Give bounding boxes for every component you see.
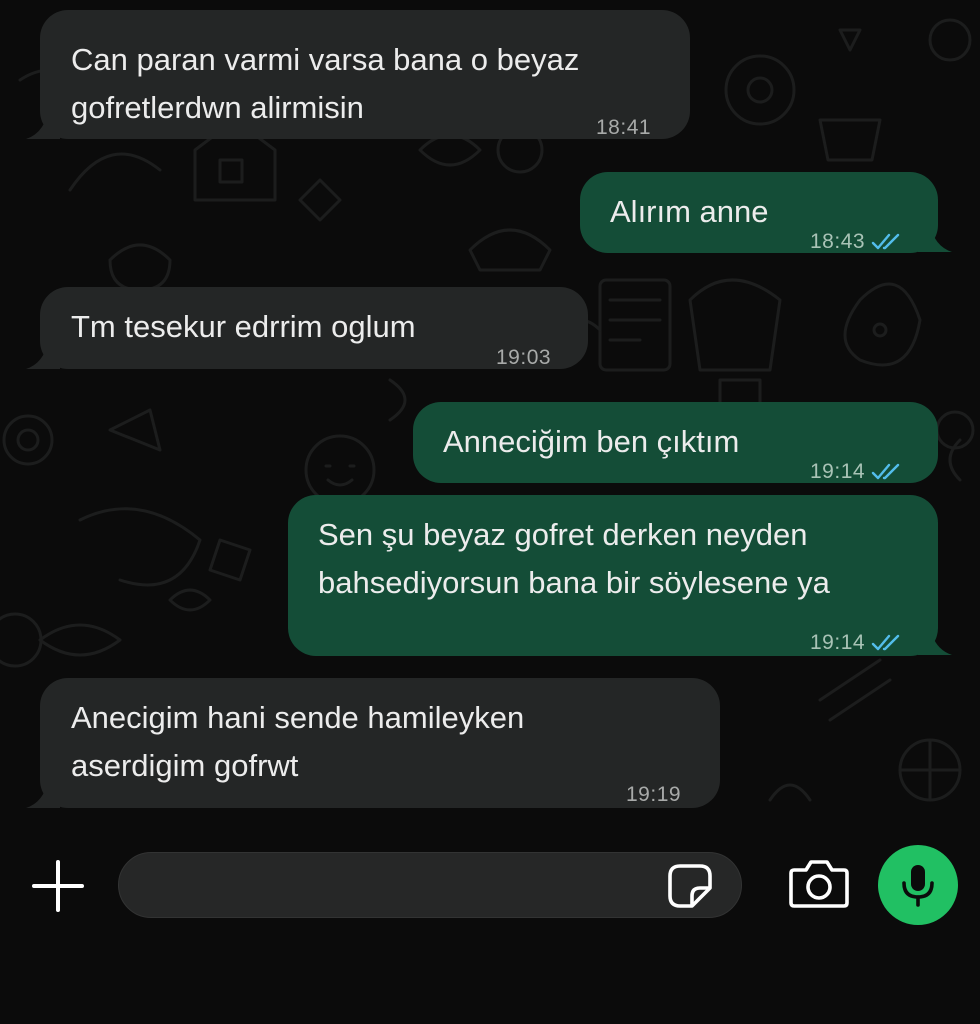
message-input[interactable] [118, 852, 742, 918]
message-text: bahsediyorsun bana bir söylesene ya [318, 565, 830, 600]
message-time: 19:03 [496, 346, 552, 369]
message-meta: 19:14 [810, 619, 903, 667]
bubble-tail [26, 341, 60, 369]
microphone-button[interactable] [878, 845, 958, 925]
message-time: 18:43 [810, 230, 866, 253]
bubble-tail [26, 780, 60, 808]
message-bubble-outgoing[interactable]: Alırım anne 18:43 [580, 172, 952, 253]
message-bubble-outgoing[interactable]: Anneciğim ben çıktım 19:14 [413, 402, 938, 483]
message-text: Alırım anne [610, 194, 769, 229]
message-text: Can paran varmi varsa bana o beyaz [71, 42, 580, 77]
message-time: 18:41 [596, 116, 652, 139]
message-time: 19:14 [810, 631, 866, 654]
plus-icon [32, 860, 84, 912]
message-meta: 18:43 [810, 218, 903, 266]
message-text: gofretlerdwn alirmisin [71, 90, 364, 125]
bubble-tail [918, 627, 952, 655]
message-text: Tm tesekur edrrim oglum [71, 309, 416, 344]
message-bubble-outgoing[interactable]: Sen şu beyaz gofret derken neyden bahsed… [288, 495, 952, 656]
message-time: 19:19 [626, 783, 682, 806]
message-bubble-incoming[interactable]: Anecigim hani sende hamileyken aserdigim… [26, 678, 720, 808]
message-bubble-incoming[interactable]: Tm tesekur edrrim oglum 19:03 [26, 287, 588, 369]
double-check-read-icon [871, 232, 903, 252]
message-text: Anecigim hani sende hamileyken [71, 700, 525, 735]
camera-button[interactable] [788, 858, 850, 910]
microphone-icon [902, 865, 934, 907]
double-check-read-icon [871, 462, 903, 482]
message-text: aserdigim gofrwt [71, 748, 299, 783]
attach-button[interactable] [30, 858, 86, 914]
double-check-read-icon [871, 633, 903, 653]
sticker-button[interactable] [666, 862, 714, 910]
message-text: Anneciğim ben çıktım [443, 424, 740, 459]
message-text: Sen şu beyaz gofret derken neyden [318, 517, 808, 552]
bubble-tail [26, 111, 60, 139]
bubble-tail [918, 224, 952, 252]
chat-area[interactable]: Can paran varmi varsa bana o beyaz gofre… [0, 0, 980, 826]
message-bubble-incoming[interactable]: Can paran varmi varsa bana o beyaz gofre… [26, 10, 690, 139]
message-meta: 19:14 [810, 448, 903, 496]
camera-icon [789, 860, 849, 908]
sticker-icon [668, 864, 712, 908]
message-time: 19:14 [810, 460, 866, 483]
